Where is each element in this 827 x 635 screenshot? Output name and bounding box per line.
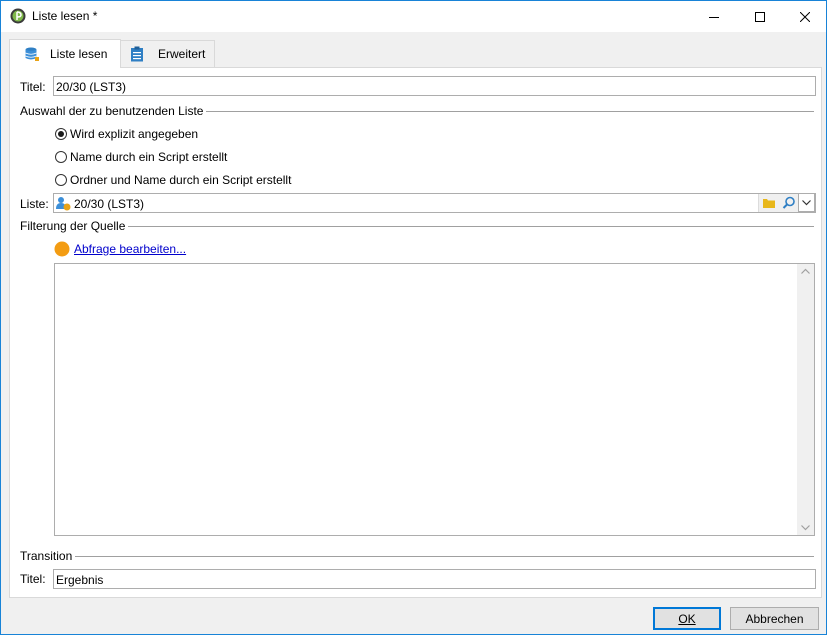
dropdown-button[interactable] [798, 193, 815, 212]
section-heading: Transition [20, 549, 76, 563]
list-selector[interactable]: 20/30 (LST3) [53, 193, 816, 213]
clipboard-icon [131, 46, 143, 62]
cancel-button[interactable]: Abbrechen [730, 607, 819, 630]
maximize-button[interactable] [737, 1, 783, 32]
database-icon [25, 47, 39, 61]
list-selection-section: Auswahl der zu benutzenden Liste [20, 104, 814, 118]
window-title: Liste lesen * [32, 9, 98, 23]
list-selector-buttons [758, 193, 815, 212]
cancel-button-label: Abbrechen [745, 611, 804, 626]
scroll-down-icon[interactable] [801, 525, 810, 531]
minimize-icon [709, 16, 719, 18]
ok-button-label: OK [678, 611, 696, 626]
dialog-window: Liste lesen * Liste lesen Erweitert Tite… [0, 0, 827, 635]
vertical-scrollbar[interactable] [797, 264, 814, 535]
radio-folder-name-script[interactable]: Ordner und Name durch ein Script erstell… [55, 173, 291, 187]
transition-title-label: Titel: [20, 572, 46, 586]
scroll-up-icon[interactable] [801, 268, 810, 274]
maximize-icon [755, 11, 765, 22]
chevron-down-icon [802, 200, 811, 206]
title-input[interactable]: 20/30 (LST3) [53, 76, 816, 96]
transition-title-value: Ergebnis [56, 573, 104, 587]
search-icon[interactable] [782, 196, 796, 210]
tab-erweitert[interactable]: Erweitert [119, 40, 215, 67]
close-button[interactable] [782, 1, 827, 32]
app-icon [10, 8, 26, 24]
minimize-button[interactable] [691, 1, 737, 32]
radio-explicit[interactable]: Wird explizit angegeben [55, 127, 198, 141]
section-heading: Auswahl der zu benutzenden Liste [20, 104, 207, 118]
title-input-value: 20/30 (LST3) [56, 80, 127, 94]
tab-label: Erweitert [158, 47, 206, 61]
edit-query-link[interactable]: Abfrage bearbeiten... [74, 242, 186, 256]
query-status-icon [54, 241, 70, 257]
close-icon [800, 11, 810, 22]
radio-button[interactable] [55, 151, 67, 163]
folder-icon[interactable] [762, 196, 776, 210]
title-bar[interactable]: Liste lesen * [1, 1, 826, 32]
list-selector-value: 20/30 (LST3) [74, 197, 145, 211]
radio-name-script[interactable]: Name durch ein Script erstellt [55, 150, 227, 164]
list-label: Liste: [20, 197, 49, 211]
ok-button[interactable]: OK [653, 607, 721, 630]
radio-button-selected[interactable] [55, 128, 67, 140]
query-text-area[interactable] [54, 263, 815, 536]
filter-section: Filterung der Quelle [20, 219, 814, 233]
radio-button[interactable] [55, 174, 67, 186]
tab-liste-lesen[interactable]: Liste lesen [9, 39, 121, 68]
radio-label: Wird explizit angegeben [70, 127, 199, 141]
tab-panel: Titel: 20/30 (LST3) Auswahl der zu benut… [9, 67, 822, 598]
list-users-icon [56, 197, 71, 211]
transition-title-input[interactable]: Ergebnis [53, 569, 816, 589]
tab-label: Liste lesen [50, 47, 108, 61]
section-heading: Filterung der Quelle [20, 219, 129, 233]
radio-label: Name durch ein Script erstellt [70, 150, 228, 164]
transition-section: Transition [20, 549, 814, 563]
radio-label: Ordner und Name durch ein Script erstell… [70, 173, 292, 187]
title-label: Titel: [20, 80, 46, 94]
